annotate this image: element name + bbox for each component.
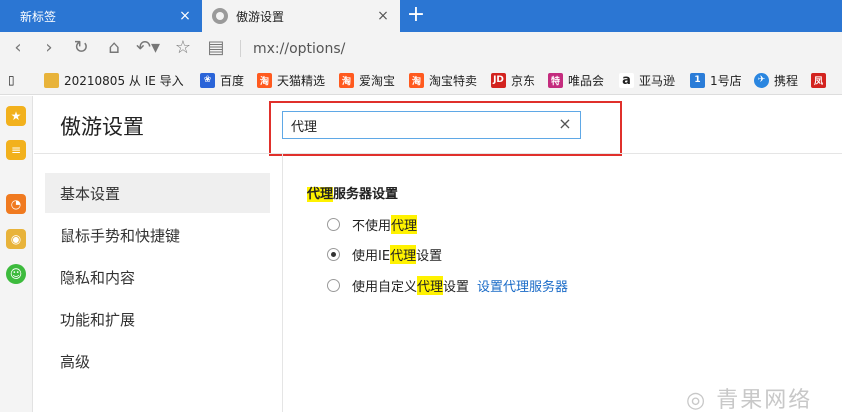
star-icon[interactable]: ☆ xyxy=(172,37,194,59)
notes-icon[interactable]: ▤ xyxy=(205,37,227,59)
tab-label: 新标签 xyxy=(20,9,57,24)
tab-bar: 新标签 × 傲游设置 × + xyxy=(0,0,842,32)
search-highlight: 代理 xyxy=(417,275,444,295)
back-icon[interactable]: ‹ xyxy=(7,37,29,59)
bookmark-label: 唯品会 xyxy=(568,73,605,88)
nav-label: 高级 xyxy=(60,352,91,371)
tab-settings[interactable]: 傲游设置 × xyxy=(202,0,400,32)
search-highlight: 代理 xyxy=(307,187,334,202)
radio-button[interactable] xyxy=(327,217,340,231)
search-highlight: 代理 xyxy=(390,244,417,264)
proxy-option-ie[interactable]: 使用IE 代理 设置 xyxy=(327,244,442,264)
address-bar[interactable]: mx://options/ xyxy=(253,40,345,58)
bookmark-label: 1号店 xyxy=(710,73,742,88)
option-label: 使用自定义 xyxy=(352,279,418,295)
bookmark-jd[interactable]: JD 京东 xyxy=(491,71,535,89)
bookmark-label: 亚马逊 xyxy=(639,73,676,88)
weibo-icon[interactable]: ◉ xyxy=(6,229,26,249)
toolbar-divider xyxy=(240,40,241,57)
undo-icon[interactable]: ↶▾ xyxy=(133,37,163,59)
bookmark-label: 京东 xyxy=(511,73,536,88)
nav-mouse-gestures[interactable]: 鼠标手势和快捷键 xyxy=(45,215,270,255)
close-icon[interactable]: × xyxy=(178,9,192,23)
bookmark-label: 天猫精选 xyxy=(277,73,326,88)
option-label: 设置 xyxy=(416,248,443,264)
bookmark-label: 百度 xyxy=(220,73,245,88)
bookmarks-bar: ▯ 20210805 从 IE 导入 ❀ 百度 淘 天猫精选 淘 爱淘宝 淘 淘… xyxy=(0,65,842,95)
nav-label: 功能和扩展 xyxy=(60,310,136,329)
forward-icon[interactable]: › xyxy=(38,37,60,59)
configure-proxy-link[interactable]: 设置代理服务器 xyxy=(477,276,568,295)
bookmark-label: 携程 xyxy=(774,73,799,88)
side-rail: ★ ≡ ◔ ◉ ☺ xyxy=(0,96,33,412)
proxy-option-none[interactable]: 不使用 代理 xyxy=(327,214,418,234)
nav-label: 隐私和内容 xyxy=(60,268,136,287)
bookmark-vip[interactable]: 特 唯品会 xyxy=(548,71,604,89)
section-title-text: 服务器设置 xyxy=(333,187,399,202)
nav-advanced[interactable]: 高级 xyxy=(45,341,270,381)
taobao-icon: 淘 xyxy=(409,72,424,88)
radio-button[interactable] xyxy=(327,247,340,261)
option-label: 不使用 xyxy=(352,218,392,234)
bookmark-label: 淘宝特卖 xyxy=(429,73,478,88)
bookmark-amazon[interactable]: a 亚马逊 xyxy=(619,71,675,89)
nav-label: 基本设置 xyxy=(60,184,121,203)
sidebar-toggle-icon[interactable]: ▯ xyxy=(8,71,15,89)
proxy-section-title: 代理服务器设置 xyxy=(307,183,398,202)
ctrip-icon: ✈ xyxy=(754,72,769,88)
bookmark-taobao-sale[interactable]: 淘 淘宝特卖 xyxy=(409,71,477,89)
address-toolbar: ‹ › ↻ ⌂ ↶▾ ☆ ▤ mx://options/ xyxy=(0,32,842,65)
favorites-star-icon[interactable]: ★ xyxy=(6,106,26,126)
annotation-highlight-box xyxy=(269,101,622,156)
option-label: 设置 xyxy=(443,279,470,295)
tab-label: 傲游设置 xyxy=(236,9,285,24)
nav-label: 鼠标手势和快捷键 xyxy=(60,226,181,245)
watermark: ◎ 青果网络 xyxy=(686,388,813,412)
watermark-text: 青果网络 xyxy=(716,388,813,412)
header-divider xyxy=(34,153,842,154)
close-icon[interactable]: × xyxy=(376,9,390,23)
bookmark-yhd[interactable]: 1 1号店 xyxy=(690,71,742,89)
yhd-icon: 1 xyxy=(690,72,705,88)
content-divider xyxy=(282,154,283,412)
smile-icon[interactable]: ☺ xyxy=(6,264,26,284)
bookmark-baidu[interactable]: ❀ 百度 xyxy=(200,71,244,89)
search-highlight: 代理 xyxy=(391,214,418,234)
nav-features[interactable]: 功能和扩展 xyxy=(45,299,270,339)
bookmark-label: 20210805 从 IE 导入 xyxy=(64,73,184,88)
folder-icon xyxy=(44,72,59,88)
option-label: 使用IE xyxy=(352,248,391,264)
radio-button[interactable] xyxy=(327,278,340,292)
gear-icon xyxy=(212,8,228,24)
nav-privacy[interactable]: 隐私和内容 xyxy=(45,257,270,297)
jd-icon: JD xyxy=(491,72,506,88)
bookmark-tmall[interactable]: 淘 天猫精选 xyxy=(257,71,325,89)
page-title: 傲游设置 xyxy=(60,115,144,139)
reload-icon[interactable]: ↻ xyxy=(70,37,92,59)
baidu-icon: ❀ xyxy=(200,72,215,88)
proxy-option-custom[interactable]: 使用自定义 代理 设置 设置代理服务器 xyxy=(327,275,568,295)
nav-basic-settings[interactable]: 基本设置 xyxy=(45,173,270,213)
bookmark-more[interactable]: 凤 xyxy=(811,71,831,89)
home-icon[interactable]: ⌂ xyxy=(103,37,125,59)
bookmark-folder-ie[interactable]: 20210805 从 IE 导入 xyxy=(44,71,184,89)
new-tab-button[interactable]: + xyxy=(404,4,428,28)
tab-new-tab[interactable]: 新标签 × xyxy=(0,0,202,32)
notes-icon[interactable]: ≡ xyxy=(6,140,26,160)
vip-icon: 特 xyxy=(548,72,563,88)
taobao-icon: 淘 xyxy=(339,72,354,88)
bookmark-ctrip[interactable]: ✈ 携程 xyxy=(754,71,798,89)
taobao-icon: 淘 xyxy=(257,72,272,88)
rss-icon[interactable]: ◔ xyxy=(6,194,26,214)
amazon-icon: a xyxy=(619,72,634,88)
red-icon: 凤 xyxy=(811,72,826,88)
bookmark-label: 爱淘宝 xyxy=(359,73,396,88)
bookmark-aitaobao[interactable]: 淘 爱淘宝 xyxy=(339,71,395,89)
